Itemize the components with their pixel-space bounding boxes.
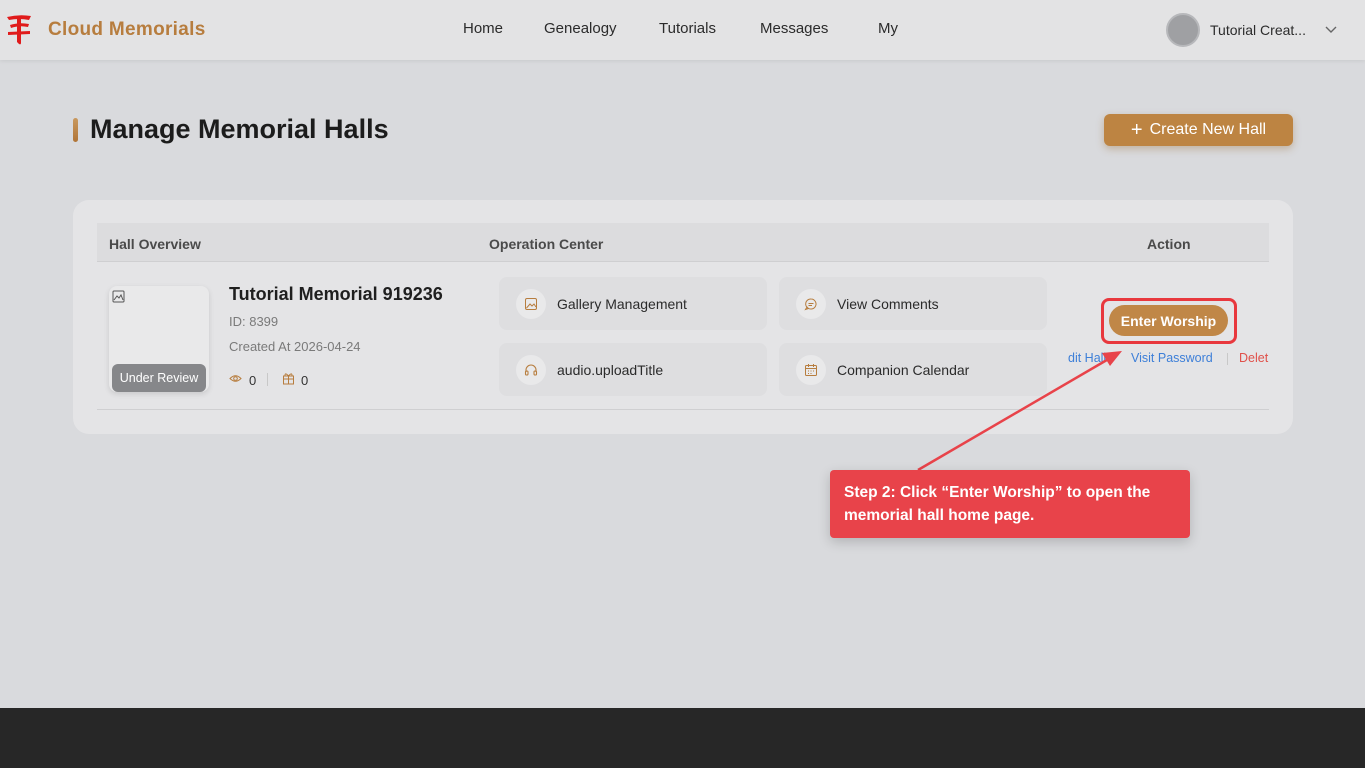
header-operation-center: Operation Center <box>489 236 604 252</box>
create-new-hall-label: Create New Hall <box>1149 121 1267 138</box>
nav-messages[interactable]: Messages <box>760 20 828 37</box>
headphones-icon <box>516 355 546 385</box>
nav-tutorials[interactable]: Tutorials <box>659 20 716 37</box>
row-actions: Enter Worship dit Hall Visit Password De… <box>1068 286 1269 376</box>
audio-upload-button[interactable]: audio.uploadTitle <box>499 343 767 396</box>
action-links: dit Hall Visit Password Delet <box>1068 351 1269 367</box>
stats-divider <box>267 373 268 386</box>
top-header: Cloud Memorials Home Genealogy Tutorials… <box>0 0 1365 60</box>
main-nav: Home Genealogy Tutorials Messages My <box>0 20 1365 40</box>
nav-genealogy[interactable]: Genealogy <box>544 20 617 37</box>
nav-home[interactable]: Home <box>463 20 503 37</box>
hall-created-date: Created At 2026-04-24 <box>229 339 361 354</box>
delete-link[interactable]: Delet <box>1239 351 1268 365</box>
nav-my[interactable]: My <box>878 20 898 37</box>
views-count: 0 <box>249 373 257 388</box>
hall-id: ID: 8399 <box>229 314 279 329</box>
edit-hall-link[interactable]: dit Hall <box>1068 351 1106 365</box>
header-hall-overview: Hall Overview <box>109 236 201 252</box>
view-comments-button[interactable]: View Comments <box>779 277 1047 330</box>
halls-table-card: Hall Overview Operation Center Action Un… <box>73 200 1293 434</box>
row-divider <box>97 409 1269 410</box>
title-accent-bar <box>73 118 78 142</box>
visit-password-link[interactable]: Visit Password <box>1131 351 1213 365</box>
hall-name[interactable]: Tutorial Memorial 919236 <box>229 284 443 305</box>
plus-icon: + <box>1130 119 1143 141</box>
avatar[interactable] <box>1166 13 1200 47</box>
enter-worship-button[interactable]: Enter Worship <box>1109 305 1228 336</box>
action-divider <box>1227 353 1228 365</box>
calendar-icon <box>796 355 826 385</box>
view-comments-label: View Comments <box>837 296 939 312</box>
companion-calendar-button[interactable]: Companion Calendar <box>779 343 1047 396</box>
broken-image-icon <box>112 290 125 303</box>
tutorial-callout: Step 2: Click “Enter Worship” to open th… <box>830 470 1190 538</box>
chevron-down-icon[interactable] <box>1324 22 1338 36</box>
header-action: Action <box>1147 236 1191 252</box>
table-header: Hall Overview Operation Center Action <box>97 223 1269 262</box>
hall-thumbnail[interactable]: Under Review <box>109 286 209 392</box>
audio-upload-label: audio.uploadTitle <box>557 362 664 378</box>
companion-calendar-label: Companion Calendar <box>837 362 970 378</box>
user-name[interactable]: Tutorial Creat... <box>1210 22 1310 38</box>
comment-icon <box>796 289 826 319</box>
page-footer <box>0 708 1365 768</box>
eye-icon <box>229 375 242 382</box>
gallery-management-button[interactable]: Gallery Management <box>499 277 767 330</box>
image-icon <box>516 289 546 319</box>
gift-icon <box>283 373 294 385</box>
status-badge: Under Review <box>112 364 206 392</box>
create-new-hall-button[interactable]: + Create New Hall <box>1104 114 1293 146</box>
gifts-count: 0 <box>301 373 309 388</box>
gallery-management-label: Gallery Management <box>557 296 687 312</box>
user-menu[interactable]: Tutorial Creat... <box>1166 13 1346 47</box>
hall-stats: 0 0 <box>229 371 349 388</box>
page-title: Manage Memorial Halls <box>90 114 389 144</box>
